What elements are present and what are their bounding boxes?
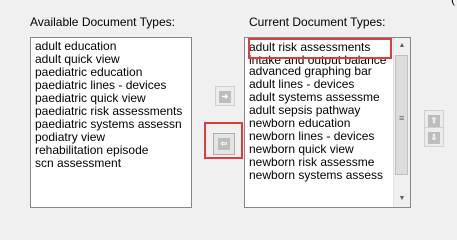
list-item[interactable]: paediatric lines - devices xyxy=(35,79,191,92)
list-item[interactable]: adult systems assessme xyxy=(249,91,410,104)
scroll-up-icon[interactable]: ▲ xyxy=(394,38,410,54)
current-scrollbar[interactable]: ▲ ≡ ▼ xyxy=(393,38,410,207)
arrow-up-icon: ⇧ xyxy=(428,115,440,127)
list-item[interactable]: adult quick view xyxy=(35,53,191,66)
list-item[interactable]: paediatric quick view xyxy=(35,92,191,105)
add-button[interactable]: ➜ xyxy=(215,86,235,106)
arrow-right-icon: ➜ xyxy=(219,91,231,103)
current-listbox[interactable]: adult risk assessments intake and output… xyxy=(244,37,411,208)
edge-glyph: ( xyxy=(451,0,455,6)
available-label: Available Document Types: xyxy=(30,15,175,29)
list-item[interactable]: paediatric education xyxy=(35,66,191,79)
current-label: Current Document Types: xyxy=(249,15,386,29)
remove-button[interactable]: ⇦ xyxy=(213,133,235,155)
available-list: adult education adult quick view paediat… xyxy=(31,38,191,170)
scroll-thumb[interactable]: ≡ xyxy=(395,55,408,175)
available-listbox[interactable]: adult education adult quick view paediat… xyxy=(30,37,192,208)
scroll-down-icon[interactable]: ▼ xyxy=(394,191,410,207)
list-item[interactable]: newborn risk assessme xyxy=(249,156,410,169)
list-item[interactable]: intake and output balance xyxy=(249,55,410,65)
list-item[interactable]: adult lines - devices xyxy=(249,78,410,91)
current-list: adult risk assessments intake and output… xyxy=(245,38,410,182)
list-item[interactable]: paediatric systems assessn xyxy=(35,118,191,131)
list-item[interactable]: adult education xyxy=(35,40,191,53)
list-item[interactable]: paediatric risk assessments xyxy=(35,105,191,118)
arrow-left-icon: ⇦ xyxy=(218,138,230,150)
list-item[interactable]: newborn systems assess xyxy=(249,169,410,182)
move-down-button[interactable]: ⇩ xyxy=(424,127,444,147)
list-item[interactable]: newborn education xyxy=(249,117,410,130)
list-item[interactable]: scn assessment xyxy=(35,157,191,170)
arrow-down-icon: ⇩ xyxy=(428,132,440,144)
grip-icon: ≡ xyxy=(399,113,405,123)
list-item[interactable]: advanced graphing bar xyxy=(249,65,410,78)
list-item[interactable]: newborn lines - devices xyxy=(249,130,410,143)
list-item[interactable]: rehabilitation episode xyxy=(35,144,191,157)
list-item[interactable]: newborn quick view xyxy=(249,143,410,156)
list-item[interactable]: adult sepsis pathway xyxy=(249,104,410,117)
list-item-selected[interactable]: adult risk assessments xyxy=(249,41,410,54)
list-item[interactable]: podiatry view xyxy=(35,131,191,144)
